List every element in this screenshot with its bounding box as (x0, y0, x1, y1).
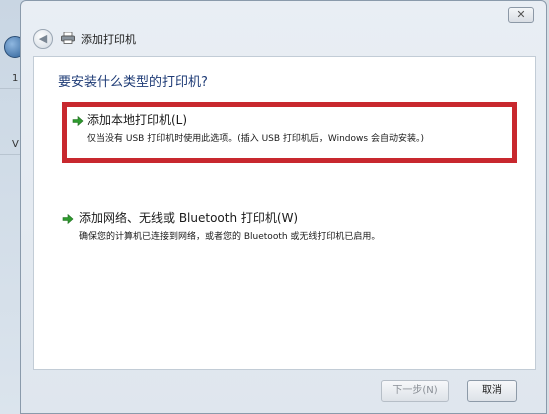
page-heading: 要安装什么类型的打印机? (58, 75, 208, 90)
add-network-printer-option[interactable]: 添加网络、无线或 Bluetooth 打印机(W) 确保您的计算机已连接到网络，… (62, 209, 517, 249)
printer-icon (61, 32, 75, 44)
dialog-title: 添加打印机 (81, 33, 136, 46)
back-button[interactable]: ◀ (33, 29, 53, 49)
option-title: 添加本地打印机(L) (87, 113, 188, 127)
option-description: 仅当没有 USB 打印机时使用此选项。(插入 USB 打印机后，Windows … (87, 134, 424, 144)
dialog-footer: 下一步(N) 取消 (21, 371, 546, 414)
next-button[interactable]: 下一步(N) (381, 380, 449, 402)
dialog-content: 要安装什么类型的打印机? 添加本地打印机(L) 仅当没有 USB 打印机时使用此… (33, 56, 536, 370)
add-local-printer-option[interactable]: 添加本地打印机(L) 仅当没有 USB 打印机时使用此选项。(插入 USB 打印… (62, 102, 517, 163)
cancel-button[interactable]: 取消 (467, 380, 517, 402)
green-arrow-icon (72, 115, 84, 127)
close-button[interactable]: ✕ (508, 7, 534, 23)
add-printer-dialog: ✕ ◀ 添加打印机 要安装什么类型的打印机? 添加本地打印机(L) 仅当没有 U… (20, 0, 547, 414)
option-description: 确保您的计算机已连接到网络，或者您的 Bluetooth 或无线打印机已启用。 (79, 232, 381, 242)
green-arrow-icon (62, 213, 74, 225)
dialog-titlebar: ✕ ◀ 添加打印机 (21, 1, 546, 53)
option-title: 添加网络、无线或 Bluetooth 打印机(W) (79, 211, 299, 225)
